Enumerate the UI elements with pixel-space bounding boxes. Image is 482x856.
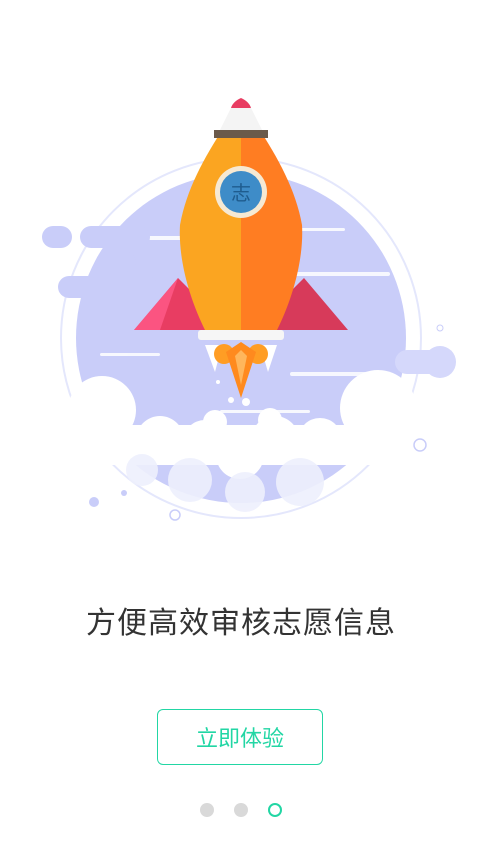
rocket-badge-text: 志 (231, 181, 251, 205)
try-now-button[interactable]: 立即体验 (157, 709, 323, 765)
rocket-launch-illustration: 志 (42, 98, 456, 521)
onboarding-headline: 方便高效审核志愿信息 (86, 606, 396, 641)
rocket-nose (231, 98, 251, 108)
page-dot-3-active[interactable] (268, 803, 282, 817)
page-dot-2[interactable] (234, 803, 248, 817)
page-indicator (0, 801, 482, 819)
onboarding-screen: 志 方便高效审核志愿信息 立即体验 (0, 0, 482, 856)
page-dot-1[interactable] (200, 803, 214, 817)
rocket-base (198, 330, 284, 340)
right-cloud (395, 346, 456, 378)
